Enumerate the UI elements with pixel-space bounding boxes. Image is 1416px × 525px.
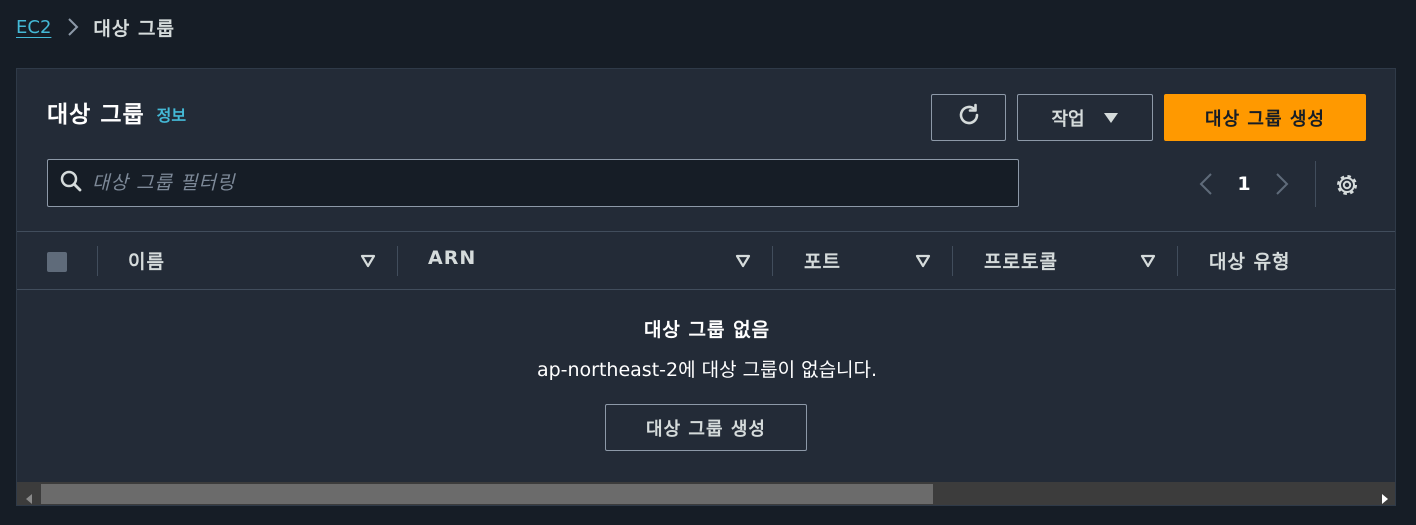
column-header-name[interactable]: 이름 bbox=[128, 247, 165, 274]
breadcrumb-current: 대상 그룹 bbox=[93, 17, 175, 40]
target-groups-panel: 대상 그룹 정보 작업 대상 그룹 생성 1 bbox=[16, 68, 1396, 506]
empty-create-target-group-button[interactable]: 대상 그룹 생성 bbox=[605, 404, 807, 451]
page-number[interactable]: 1 bbox=[1219, 173, 1269, 195]
sort-icon[interactable] bbox=[735, 253, 751, 272]
column-divider bbox=[772, 246, 773, 276]
breadcrumb: EC2 대상 그룹 bbox=[16, 12, 175, 42]
sort-icon[interactable] bbox=[915, 253, 931, 272]
gear-icon[interactable] bbox=[1333, 171, 1361, 203]
empty-state-title: 대상 그룹 없음 bbox=[643, 319, 771, 341]
scroll-right-icon[interactable] bbox=[1381, 489, 1389, 505]
column-divider bbox=[397, 246, 398, 276]
panel-header: 대상 그룹 정보 bbox=[47, 95, 186, 129]
table-header: 이름 ARN 포트 프로토콜 대상 유형 bbox=[17, 231, 1395, 290]
scroll-left-icon[interactable] bbox=[25, 489, 33, 505]
filter-input[interactable] bbox=[92, 172, 972, 194]
info-link[interactable]: 정보 bbox=[157, 102, 186, 126]
column-divider bbox=[97, 246, 98, 276]
actions-label: 작업 bbox=[1051, 108, 1085, 130]
sort-icon[interactable] bbox=[360, 253, 376, 272]
search-icon bbox=[60, 170, 82, 196]
refresh-icon bbox=[956, 102, 982, 133]
scrollbar-thumb[interactable] bbox=[41, 484, 933, 504]
column-header-protocol[interactable]: 프로토콜 bbox=[984, 247, 1058, 274]
divider bbox=[1315, 161, 1316, 207]
chevron-right-icon bbox=[67, 17, 79, 37]
horizontal-scrollbar[interactable] bbox=[17, 482, 1395, 505]
next-page-icon[interactable] bbox=[1269, 172, 1295, 196]
filter-search-box bbox=[47, 159, 1019, 207]
previous-page-icon[interactable] bbox=[1193, 172, 1219, 196]
breadcrumb-ec2-link[interactable]: EC2 bbox=[16, 17, 51, 38]
column-header-target-type[interactable]: 대상 유형 bbox=[1209, 247, 1291, 274]
sort-icon[interactable] bbox=[1140, 253, 1156, 272]
pagination: 1 bbox=[1193, 169, 1295, 199]
create-target-group-button[interactable]: 대상 그룹 생성 bbox=[1164, 94, 1366, 141]
empty-state-description: ap-northeast-2에 대상 그룹이 없습니다. bbox=[536, 359, 878, 381]
caret-down-icon bbox=[1103, 112, 1119, 124]
refresh-button[interactable] bbox=[931, 94, 1006, 141]
column-divider bbox=[952, 246, 953, 276]
actions-dropdown-button[interactable]: 작업 bbox=[1017, 94, 1153, 141]
column-header-arn[interactable]: ARN bbox=[428, 247, 476, 269]
select-all-checkbox[interactable] bbox=[47, 252, 67, 272]
page-title: 대상 그룹 bbox=[47, 102, 145, 128]
column-divider bbox=[1177, 246, 1178, 276]
column-header-port[interactable]: 포트 bbox=[804, 247, 841, 274]
